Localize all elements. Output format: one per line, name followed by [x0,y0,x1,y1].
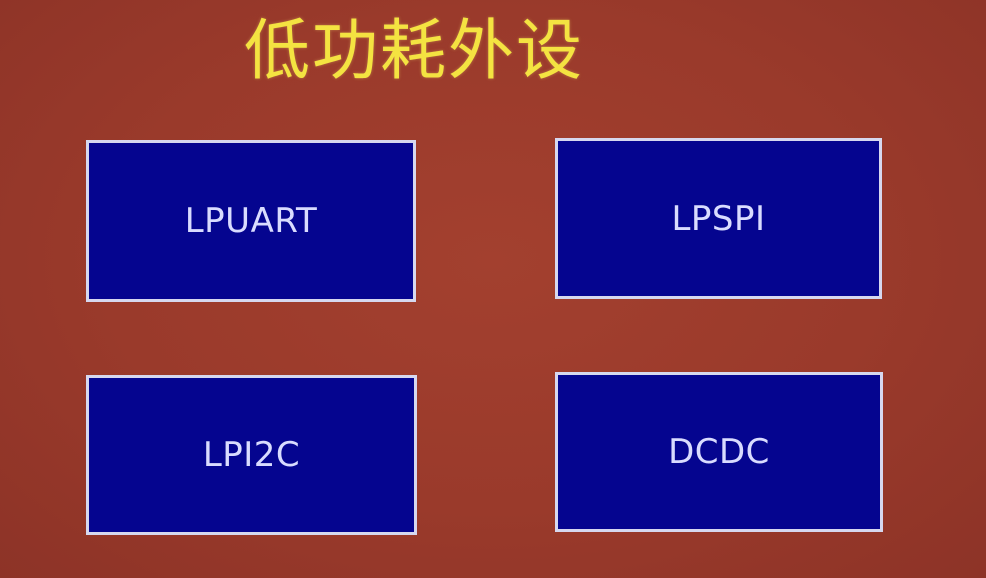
peripheral-box-dcdc: DCDC [555,372,883,532]
peripheral-box-lpi2c: LPI2C [86,375,417,535]
peripheral-label: LPUART [184,201,318,241]
peripheral-label: LPI2C [202,435,301,475]
peripheral-label: LPSPI [671,198,766,239]
peripheral-box-lpspi: LPSPI [555,138,882,299]
slide-title: 低功耗外设 [244,12,584,89]
peripheral-label: DCDC [668,432,770,472]
slide: 低功耗外设 LPUART LPSPI LPI2C DCDC [0,0,986,578]
peripheral-box-lpuart: LPUART [86,140,416,302]
